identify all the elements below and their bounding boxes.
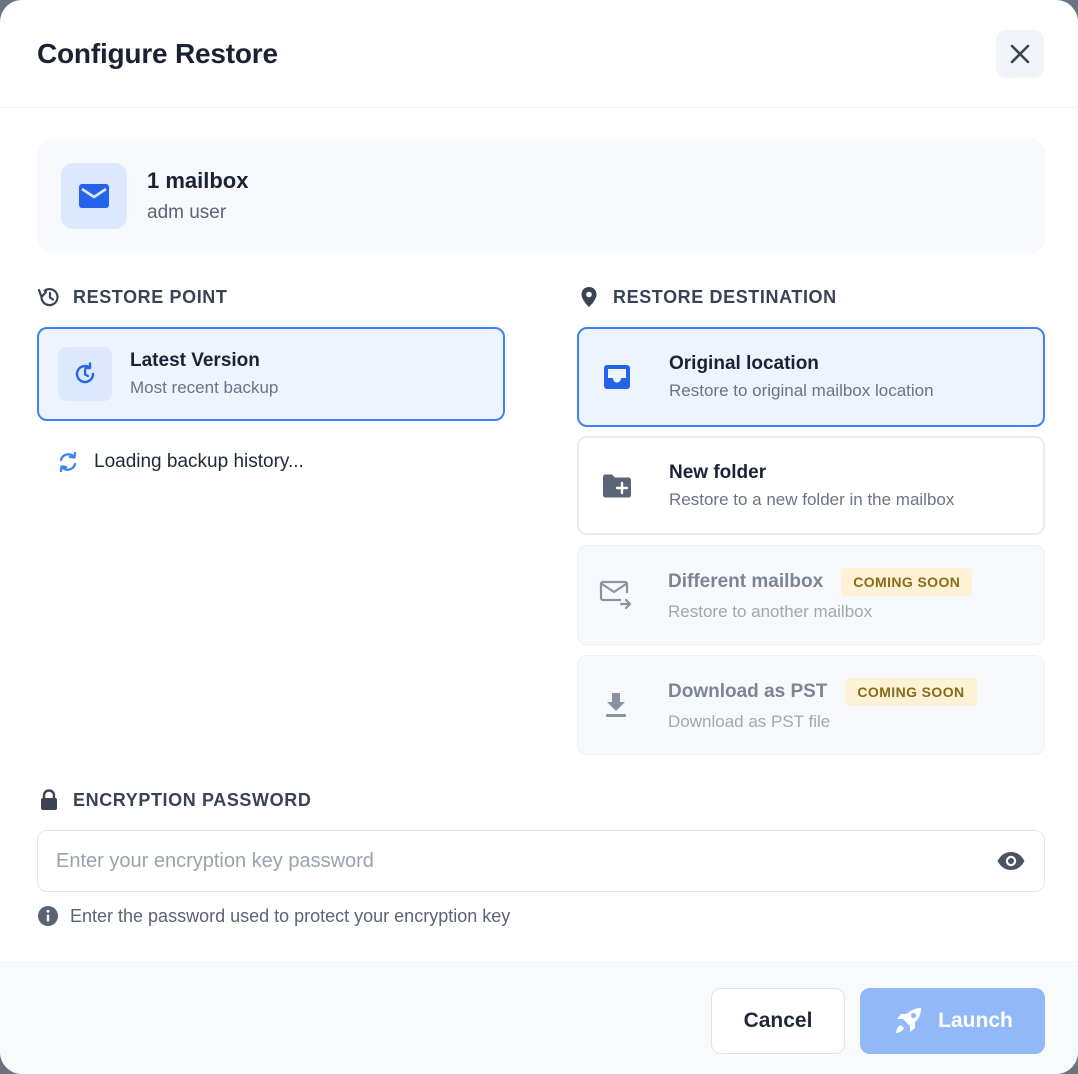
restore-point-title: Latest Version [130, 350, 260, 371]
eye-icon[interactable] [996, 851, 1026, 871]
dialog-header: Configure Restore [0, 0, 1078, 108]
destination-different-mailbox: Different mailbox COMING SOON Restore to… [577, 545, 1045, 645]
rocket-icon [892, 1005, 924, 1037]
encryption-password-label: ENCRYPTION PASSWORD [37, 789, 311, 811]
loading-text: Loading backup history... [94, 451, 304, 472]
destination-new-folder[interactable]: New folder Restore to a new folder in th… [577, 436, 1045, 535]
destination-title: Download as PST COMING SOON [668, 678, 977, 706]
destination-title-text: Different mailbox [668, 571, 824, 592]
dialog-title: Configure Restore [37, 37, 278, 69]
hint-text: Enter the password used to protect your … [70, 905, 511, 926]
clock-refresh-icon [75, 362, 95, 384]
destination-title: Different mailbox COMING SOON [668, 568, 973, 596]
folder-plus-icon [599, 473, 635, 499]
close-button[interactable] [996, 29, 1044, 78]
download-icon [598, 691, 634, 719]
destination-subtitle: Restore to a new folder in the mailbox [669, 489, 955, 509]
launch-label: Launch [938, 1009, 1013, 1032]
encryption-password-field[interactable] [37, 830, 1045, 892]
location-pin-icon [577, 286, 601, 308]
restore-point-latest-version[interactable]: Latest Version Most recent backup [37, 327, 505, 421]
launch-button[interactable]: Launch [860, 988, 1045, 1054]
destination-subtitle: Restore to another mailbox [668, 602, 873, 621]
summary-icon-box [61, 163, 127, 229]
sync-icon [56, 450, 80, 474]
mailbox-summary: 1 mailbox adm user [37, 139, 1045, 253]
info-icon [37, 905, 59, 927]
close-icon [1010, 44, 1030, 63]
restore-point-label: RESTORE POINT [37, 286, 228, 308]
destination-subtitle: Download as PST file [668, 712, 831, 731]
cancel-button[interactable]: Cancel [711, 988, 845, 1054]
restore-point-icon-box [58, 347, 112, 401]
destination-title: Original location [669, 353, 819, 374]
destination-download-pst: Download as PST COMING SOON Download as … [577, 655, 1045, 755]
lock-icon [37, 789, 61, 811]
restore-point-label-text: RESTORE POINT [73, 286, 228, 307]
mail-forward-icon [598, 580, 634, 610]
configure-restore-dialog: Configure Restore 1 mailbox adm user RES… [0, 0, 1078, 1074]
coming-soon-badge: COMING SOON [841, 568, 973, 596]
encryption-hint: Enter the password used to protect your … [37, 905, 510, 927]
summary-subtitle: adm user [147, 202, 227, 223]
inbox-icon [599, 364, 635, 390]
destination-title: New folder [669, 461, 767, 483]
coming-soon-badge: COMING SOON [845, 678, 977, 706]
destination-original-location[interactable]: Original location Restore to original ma… [577, 327, 1045, 427]
encryption-password-label-text: ENCRYPTION PASSWORD [73, 789, 312, 810]
restore-destination-label-text: RESTORE DESTINATION [613, 286, 837, 307]
loading-backup-history: Loading backup history... [56, 450, 304, 474]
destination-subtitle: Restore to original mailbox location [669, 381, 934, 400]
history-icon [37, 286, 61, 308]
destination-title-text: Download as PST [668, 681, 828, 702]
summary-title: 1 mailbox [147, 168, 249, 193]
encryption-password-input[interactable] [56, 849, 996, 873]
mail-icon [79, 184, 109, 208]
restore-destination-label: RESTORE DESTINATION [577, 286, 837, 308]
restore-point-subtitle: Most recent backup [130, 378, 279, 397]
